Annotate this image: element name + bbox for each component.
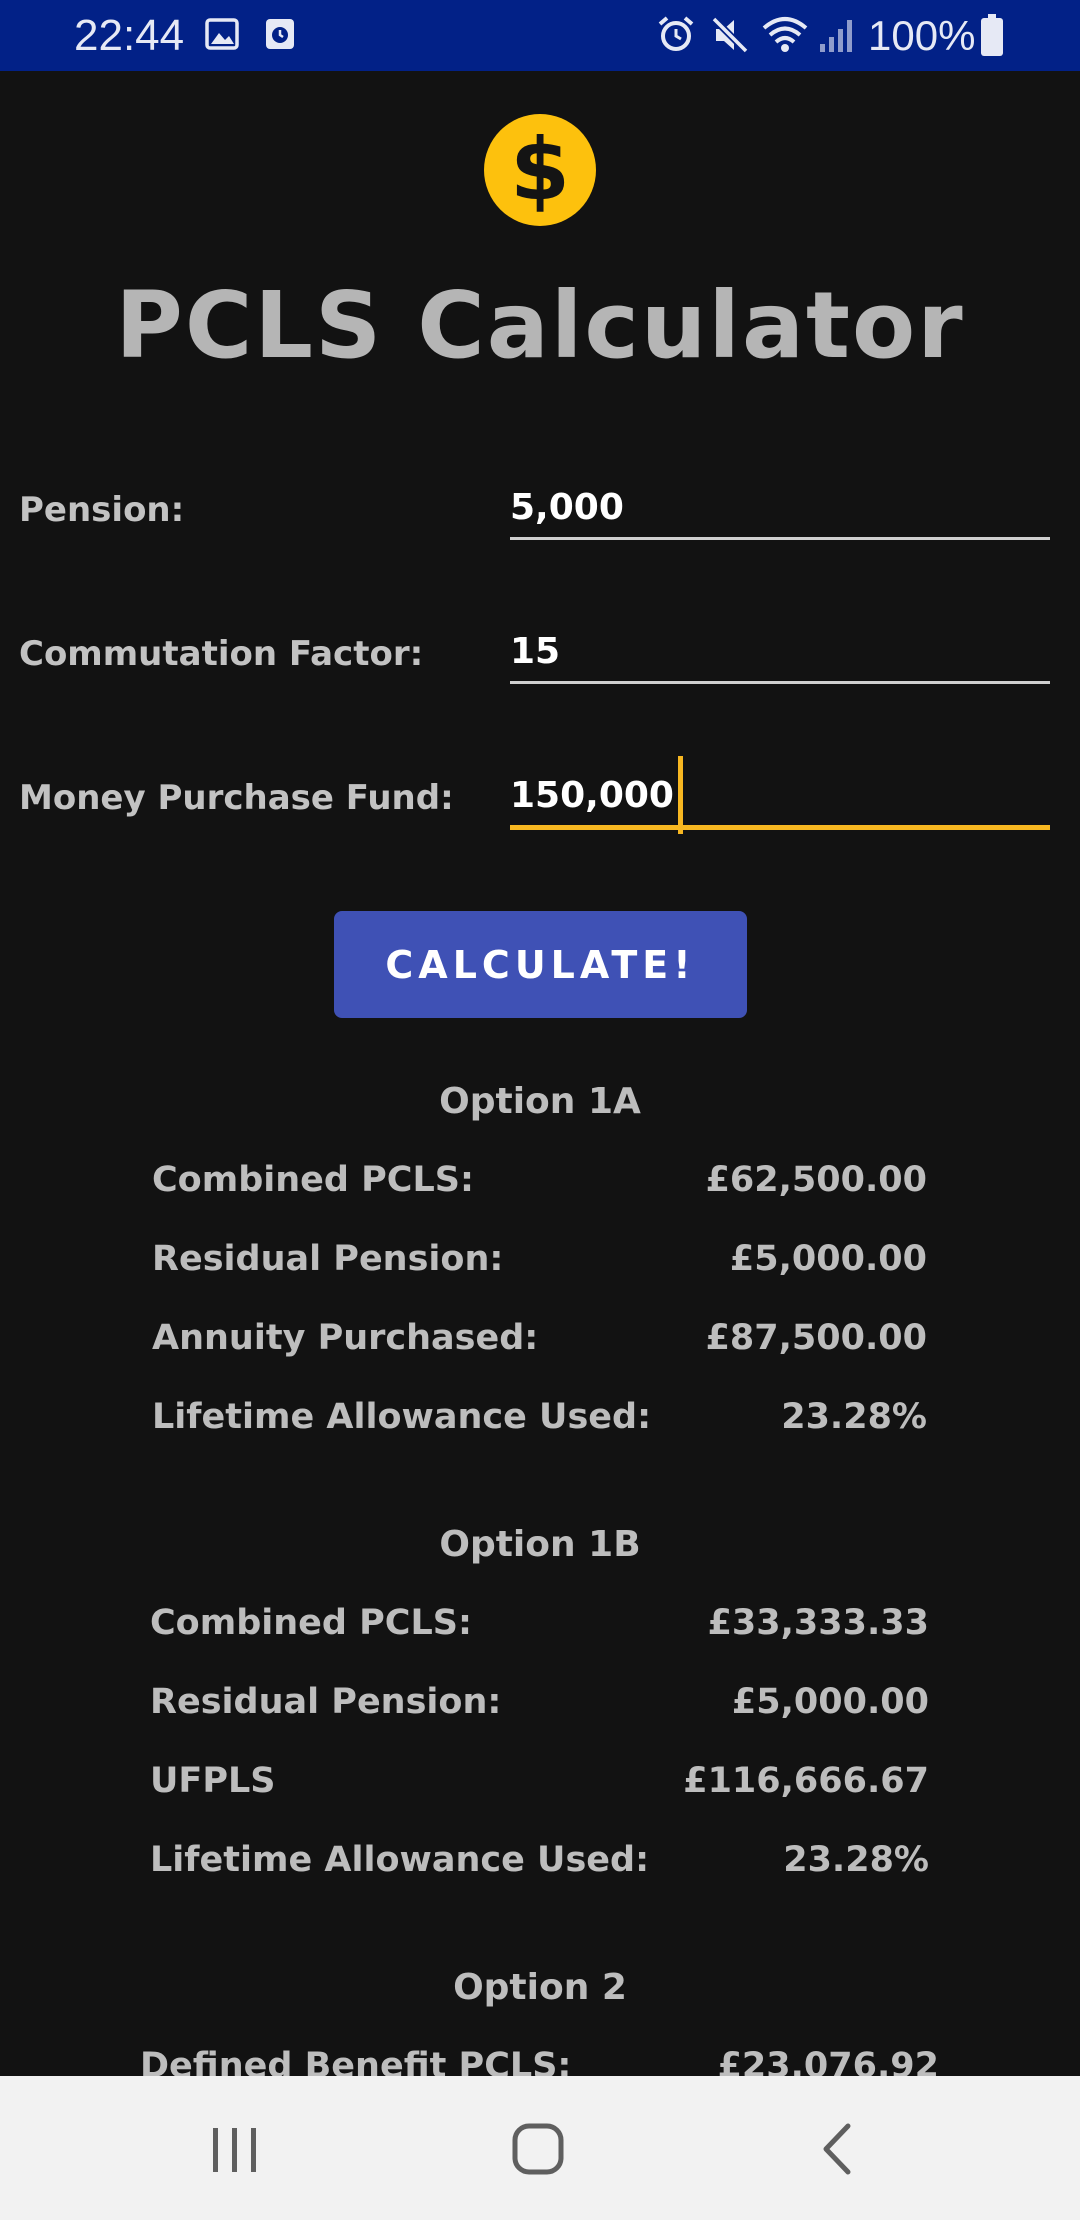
option-1b-ufpls-label: UFPLS bbox=[150, 1761, 276, 1801]
option-1a-heading: Option 1A bbox=[439, 1081, 641, 1122]
option-1a-combined-pcls-value: £62,500.00 bbox=[705, 1160, 927, 1200]
option-1b-residual-pension-label: Residual Pension: bbox=[150, 1682, 502, 1722]
option-1a-annuity-purchased-value: £87,500.00 bbox=[705, 1318, 927, 1358]
commutation-factor-label: Commutation Factor: bbox=[19, 634, 424, 674]
signal-icon bbox=[820, 20, 852, 52]
option-2-heading: Option 2 bbox=[453, 1967, 627, 2008]
navigation-bar bbox=[0, 2076, 1080, 2220]
commutation-factor-input[interactable] bbox=[510, 621, 1050, 684]
status-bar: 22:44 100% bbox=[0, 0, 1080, 71]
option-1a-annuity-purchased-label: Annuity Purchased: bbox=[152, 1318, 539, 1358]
text-caret bbox=[678, 756, 683, 834]
option-1a-residual-pension-label: Residual Pension: bbox=[152, 1239, 504, 1279]
battery-icon bbox=[981, 14, 1003, 56]
option-1a-combined-pcls-label: Combined PCLS: bbox=[152, 1160, 474, 1200]
calculate-button[interactable]: CALCULATE! bbox=[334, 911, 747, 1018]
option-1b-ufpls-value: £116,666.67 bbox=[683, 1761, 929, 1801]
recent-apps-icon[interactable] bbox=[207, 2124, 263, 2176]
logo-glyph: $ bbox=[510, 120, 570, 220]
option-2-db-pcls-label: Defined Benefit PCLS: bbox=[140, 2046, 572, 2076]
battery-percentage: 100% bbox=[868, 12, 976, 59]
image-icon bbox=[205, 18, 239, 50]
option-1b-residual-pension-value: £5,000.00 bbox=[731, 1682, 929, 1722]
option-1b-combined-pcls-label: Combined PCLS: bbox=[150, 1603, 472, 1643]
status-time: 22:44 bbox=[74, 11, 185, 60]
option-1a-residual-pension-value: £5,000.00 bbox=[729, 1239, 927, 1279]
option-1a-lta-used-value: 23.28% bbox=[781, 1397, 927, 1437]
option-1a-lta-used-label: Lifetime Allowance Used: bbox=[152, 1397, 652, 1437]
option-1b-heading: Option 1B bbox=[439, 1524, 641, 1565]
back-icon[interactable] bbox=[818, 2122, 858, 2176]
option-1b-lta-used-value: 23.28% bbox=[783, 1840, 929, 1880]
pension-input[interactable] bbox=[510, 477, 1050, 540]
option-1b-lta-used-label: Lifetime Allowance Used: bbox=[150, 1840, 650, 1880]
pension-label: Pension: bbox=[19, 490, 185, 530]
app-content: $ PCLS Calculator Pension: Commutation F… bbox=[0, 71, 1080, 2076]
screenshot-icon bbox=[266, 19, 294, 49]
home-icon[interactable] bbox=[510, 2121, 566, 2177]
money-purchase-fund-input[interactable] bbox=[510, 765, 1050, 830]
dollar-coin-icon: $ bbox=[484, 114, 596, 226]
page-title: PCLS Calculator bbox=[115, 272, 965, 379]
option-1b-combined-pcls-value: £33,333.33 bbox=[707, 1603, 929, 1643]
wifi-icon bbox=[762, 17, 808, 52]
mute-icon bbox=[711, 16, 749, 54]
option-2-db-pcls-value: £23,076.92 bbox=[717, 2046, 939, 2076]
money-purchase-fund-label: Money Purchase Fund: bbox=[19, 778, 454, 818]
alarm-icon bbox=[658, 16, 694, 51]
